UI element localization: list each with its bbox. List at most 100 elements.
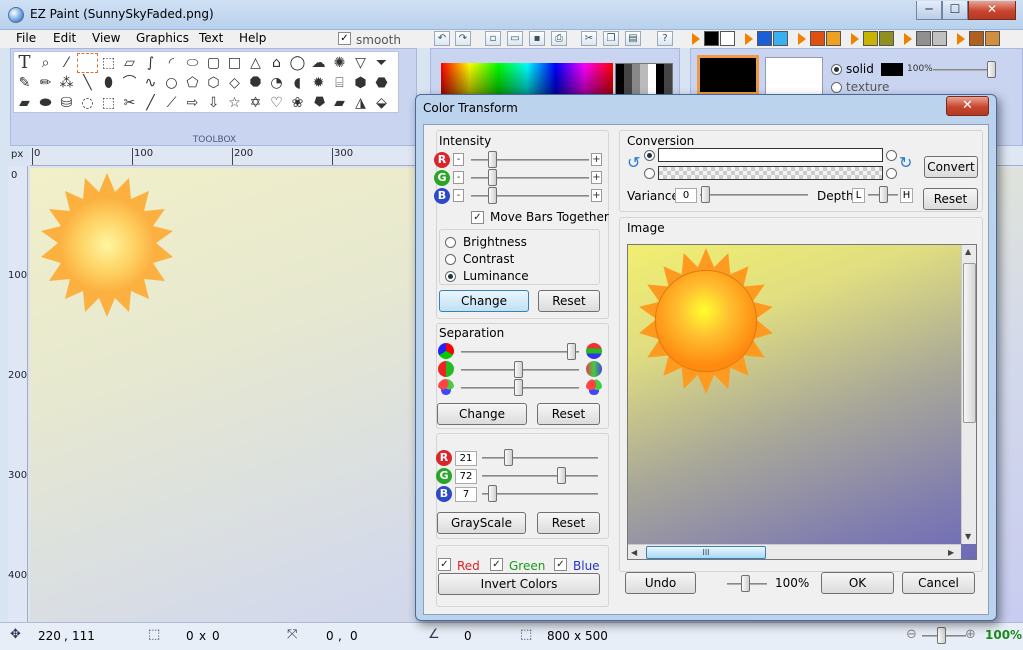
dialog-close-button[interactable]: ✕	[946, 96, 989, 116]
swatch-blue[interactable]	[757, 31, 772, 46]
parallelogram-select-icon[interactable]: ▱	[119, 53, 140, 73]
red-minus-button[interactable]: -	[453, 153, 464, 166]
gray-green-thumb[interactable]	[557, 467, 566, 484]
spray-icon[interactable]: ⁂	[56, 73, 77, 93]
zoom-tool-icon[interactable]: ⌕	[35, 53, 56, 73]
horizontal-scroll-thumb[interactable]: III	[646, 546, 766, 559]
invert-green-checkbox[interactable]: ✓	[490, 558, 503, 571]
zoom-in-icon[interactable]: ⊕	[965, 627, 976, 642]
cut-icon[interactable]: ✂	[581, 31, 597, 46]
gray-red-value[interactable]: 21	[455, 451, 477, 466]
swatch-tan[interactable]	[985, 31, 1000, 46]
palette-play-icon[interactable]	[904, 33, 912, 45]
print-icon[interactable]: ⎙	[551, 31, 567, 46]
eraser-icon[interactable]: ▰	[14, 93, 35, 113]
shape-icon[interactable]: ⌂	[266, 53, 287, 73]
grayscale-button[interactable]: GrayScale	[437, 512, 526, 534]
ok-button[interactable]: OK	[821, 572, 894, 594]
arc-icon[interactable]: ◜	[161, 53, 182, 73]
fill-texture-radio[interactable]	[831, 82, 842, 93]
gray-red-thumb[interactable]	[504, 449, 513, 466]
save-icon[interactable]: ▪	[529, 31, 545, 46]
gray-blue-thumb[interactable]	[488, 485, 497, 502]
conversion-transparent-radio[interactable]	[644, 168, 655, 179]
scissors-icon[interactable]: ✂	[119, 93, 140, 113]
burst-icon[interactable]: ✺	[329, 53, 350, 73]
conversion-solid-radio[interactable]	[644, 150, 655, 161]
open-folder-icon[interactable]: ▭	[507, 31, 523, 46]
half-circle-icon[interactable]: ◖	[287, 73, 308, 93]
blue-minus-button[interactable]: -	[453, 189, 464, 202]
gray-red-track[interactable]	[482, 457, 598, 459]
blob-icon[interactable]: ⬮	[98, 73, 119, 93]
invert-blue-checkbox[interactable]: ✓	[554, 558, 567, 571]
opacity-thumb[interactable]	[987, 61, 996, 78]
cylinder-icon[interactable]: ⌸	[329, 73, 350, 93]
palette-play-icon[interactable]	[692, 33, 700, 45]
select-rect-icon[interactable]	[77, 53, 98, 73]
help-icon[interactable]: ?	[657, 31, 673, 46]
line-tool-icon[interactable]: ╱	[140, 93, 161, 113]
red-intensity-thumb[interactable]	[488, 151, 497, 168]
luminance-radio[interactable]	[445, 271, 456, 282]
text-tool-icon[interactable]: T	[14, 53, 35, 73]
green-plus-button[interactable]: +	[591, 171, 602, 184]
image-horizontal-scrollbar[interactable]: ◀ III ▶	[628, 544, 961, 559]
green-intensity-thumb[interactable]	[488, 169, 497, 186]
swatch-yellow[interactable]	[863, 31, 878, 46]
minimize-button[interactable]: ─	[916, 1, 942, 20]
pencil-icon[interactable]: ✏	[35, 73, 56, 93]
curve-icon[interactable]: ∫	[140, 53, 161, 73]
palette-play-icon[interactable]	[798, 33, 806, 45]
hexagon-icon[interactable]: ⬡	[203, 73, 224, 93]
circle-icon[interactable]: ○	[161, 73, 182, 93]
pyramid-icon[interactable]: ◮	[350, 93, 371, 113]
menu-text[interactable]: Text	[199, 31, 223, 45]
fill-bucket-icon[interactable]: ⛁	[56, 93, 77, 113]
cone-icon[interactable]: ▽	[350, 53, 371, 73]
parallelogram-icon[interactable]: ▰	[329, 93, 350, 113]
cancel-button[interactable]: Cancel	[902, 572, 975, 594]
smooth-checkbox[interactable]: ✓	[338, 32, 351, 45]
preview-zoom-thumb[interactable]	[741, 575, 750, 592]
swatch-white[interactable]	[720, 31, 735, 46]
red-plus-button[interactable]: +	[591, 153, 602, 166]
separation-reset-button[interactable]: Reset	[537, 403, 600, 425]
solid-color-swatch[interactable]	[881, 63, 903, 76]
intensity-change-button[interactable]: Change	[439, 290, 529, 312]
depth-thumb[interactable]	[879, 186, 888, 203]
conversion-right-radio-1[interactable]	[886, 150, 897, 161]
conversion-solid-color[interactable]	[658, 148, 883, 162]
menu-help[interactable]: Help	[239, 31, 266, 45]
round-eraser-icon[interactable]: ⬬	[35, 93, 56, 113]
pie-icon[interactable]: ◔	[266, 73, 287, 93]
cube-icon[interactable]: ⬢	[350, 73, 371, 93]
zoom-out-icon[interactable]: ⊖	[906, 627, 917, 642]
contrast-radio[interactable]	[445, 254, 456, 265]
flower-icon[interactable]: ❀	[287, 93, 308, 113]
explosion-icon[interactable]: ✹	[308, 73, 329, 93]
menu-edit[interactable]: Edit	[53, 31, 76, 45]
intensity-reset-button[interactable]: Reset	[538, 290, 600, 312]
green-minus-button[interactable]: -	[453, 171, 464, 184]
rounded-rect-icon[interactable]: ▢	[203, 53, 224, 73]
right-arrow-icon[interactable]: ⇨	[182, 93, 203, 113]
blue-intensity-thumb[interactable]	[488, 187, 497, 204]
separation-track-1[interactable]	[461, 351, 579, 353]
conversion-transparent-swatch[interactable]	[658, 166, 883, 180]
polygon-icon[interactable]: ⯂	[308, 93, 329, 113]
fill-solid-radio[interactable]	[831, 64, 842, 75]
maximize-button[interactable]: ☐	[942, 1, 968, 20]
cube-3d-icon[interactable]: ⬣	[371, 73, 392, 93]
brush-icon[interactable]: ✎	[14, 73, 35, 93]
line-icon[interactable]: ╲	[77, 73, 98, 93]
vertical-scroll-thumb[interactable]	[963, 263, 976, 423]
speech-bubble-icon[interactable]: ◯	[287, 53, 308, 73]
undo-button[interactable]: Undo	[625, 572, 696, 594]
invert-red-checkbox[interactable]: ✓	[438, 558, 451, 571]
blue-plus-button[interactable]: +	[591, 189, 602, 202]
variance-track[interactable]	[700, 194, 808, 196]
swatch-olive[interactable]	[879, 31, 894, 46]
swatch-brown[interactable]	[969, 31, 984, 46]
palette-play-icon[interactable]	[957, 33, 965, 45]
